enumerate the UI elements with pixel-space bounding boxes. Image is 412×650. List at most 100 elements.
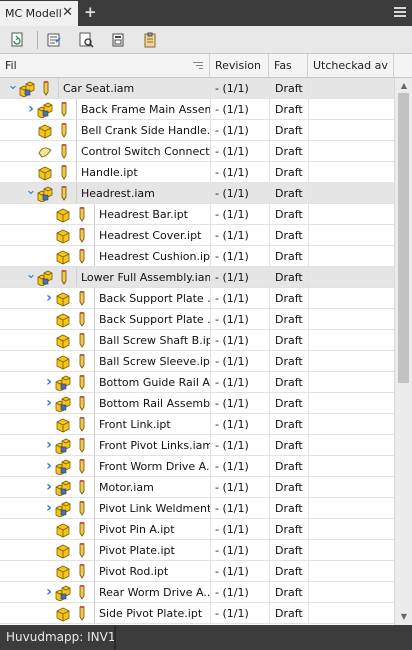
file-cell[interactable]: Bell Crank Side Handle.ipt <box>0 120 210 141</box>
table-row[interactable]: Back Support Plate ... - (1/1) Draft <box>0 309 394 330</box>
file-cell[interactable]: Front Link.ipt <box>0 414 210 435</box>
revision-cell: - (1/1) <box>210 204 269 225</box>
file-cell[interactable]: Headrest Bar.ipt <box>0 204 210 225</box>
pencil-icon <box>77 500 87 517</box>
table-row[interactable]: Pivot Plate.ipt - (1/1) Draft <box>0 540 394 561</box>
file-name: Pivot Link Weldment... <box>94 498 210 518</box>
file-cell[interactable]: Control Switch Connect... <box>0 141 210 162</box>
scroll-thumb[interactable] <box>398 93 409 383</box>
checked-out-cell <box>308 477 394 498</box>
chevron-right-icon[interactable]: › <box>25 99 37 119</box>
column-header-fas[interactable]: Fas <box>269 54 308 78</box>
file-name: Side Pivot Plate.ipt <box>94 603 210 623</box>
file-cell[interactable]: Handle.ipt <box>0 162 210 183</box>
chevron-right-icon[interactable]: › <box>43 372 55 392</box>
file-name: Lower Full Assembly.iam <box>76 267 210 287</box>
file-cell[interactable]: › Pivot Link Weldment... <box>0 498 210 519</box>
chevron-right-icon[interactable]: › <box>43 456 55 476</box>
sort-icon[interactable] <box>193 62 203 71</box>
chevron-down-icon[interactable]: ⌄ <box>25 267 37 287</box>
file-cell[interactable]: › Front Worm Drive A... <box>0 456 210 477</box>
table-row[interactable]: ⌄ Car Seat.iam - (1/1) Draft <box>0 78 394 99</box>
file-cell[interactable]: Pivot Pin A.ipt <box>0 519 210 540</box>
fas-cell: Draft <box>269 183 308 204</box>
file-cell[interactable]: Back Support Plate ... <box>0 309 210 330</box>
file-cell[interactable]: › Motor.iam <box>0 477 210 498</box>
revision-cell: - (1/1) <box>210 141 269 162</box>
checked-out-cell <box>308 540 394 561</box>
chevron-down-icon[interactable]: ⌄ <box>25 183 37 203</box>
menu-icon[interactable] <box>394 7 406 17</box>
chevron-right-icon[interactable]: › <box>43 393 55 413</box>
chevron-right-icon[interactable]: › <box>43 582 55 602</box>
file-cell[interactable]: › Bottom Guide Rail A... <box>0 372 210 393</box>
table-row[interactable]: › Back Support Plate ... - (1/1) Draft <box>0 288 394 309</box>
properties-button[interactable] <box>43 30 65 50</box>
revision-cell: - (1/1) <box>210 99 269 120</box>
file-cell[interactable]: ⌄ Headrest.iam <box>0 183 210 204</box>
scroll-up-icon[interactable]: ▲ <box>399 81 409 91</box>
fas-cell: Draft <box>269 225 308 246</box>
clipboard-button[interactable] <box>139 30 161 50</box>
open-button[interactable] <box>107 30 129 50</box>
table-row[interactable]: › Pivot Link Weldment... - (1/1) Draft <box>0 498 394 519</box>
chevron-right-icon[interactable]: › <box>43 498 55 518</box>
chevron-right-icon[interactable]: › <box>43 477 55 497</box>
table-row[interactable]: Ball Screw Sleeve.ipt - (1/1) Draft <box>0 351 394 372</box>
column-header-utcheckad[interactable]: Utcheckad av <box>308 54 394 78</box>
table-row[interactable]: Headrest Cushion.ipt - (1/1) Draft <box>0 246 394 267</box>
table-row[interactable]: Bell Crank Side Handle.ipt- (1/1)Draft <box>0 120 394 141</box>
file-cell[interactable]: Ball Screw Sleeve.ipt <box>0 351 210 372</box>
table-row[interactable]: Side Pivot Plate.ipt - (1/1) Draft <box>0 603 394 624</box>
table-row[interactable]: › Front Pivot Links.iam - (1/1) Draft <box>0 435 394 456</box>
assembly-icon <box>55 396 71 413</box>
scroll-down-icon[interactable]: ▼ <box>399 612 409 622</box>
table-row[interactable]: › Motor.iam - (1/1) Draft <box>0 477 394 498</box>
file-cell[interactable]: Ball Screw Shaft B.ipt <box>0 330 210 351</box>
file-cell[interactable]: › Back Frame Main Assem... <box>0 99 210 120</box>
revision-cell: - (1/1) <box>210 372 269 393</box>
file-cell[interactable]: Side Pivot Plate.ipt <box>0 603 210 624</box>
file-cell[interactable]: Headrest Cushion.ipt <box>0 246 210 267</box>
file-cell[interactable]: Pivot Plate.ipt <box>0 540 210 561</box>
revision-cell: - (1/1) <box>210 519 269 540</box>
column-header-fil[interactable]: Fil <box>0 54 210 78</box>
file-cell[interactable]: ⌄ Lower Full Assembly.iam <box>0 267 210 288</box>
table-row[interactable]: Ball Screw Shaft B.ipt - (1/1) Draft <box>0 330 394 351</box>
table-row[interactable]: › Front Worm Drive A... - (1/1) Draft <box>0 456 394 477</box>
table-row[interactable]: Pivot Rod.ipt - (1/1) Draft <box>0 561 394 582</box>
table-row[interactable]: Handle.ipt - (1/1) Draft <box>0 162 394 183</box>
file-cell[interactable]: ⌄ Car Seat.iam <box>0 78 210 99</box>
table-row[interactable]: ⌄ Lower Full Assembly.iam - (1/1) Draft <box>0 267 394 288</box>
chevron-right-icon[interactable]: › <box>43 288 55 308</box>
column-header-revision[interactable]: Revision <box>210 54 269 78</box>
file-cell[interactable]: Pivot Rod.ipt <box>0 561 210 582</box>
table-row[interactable]: Front Link.ipt - (1/1) Draft <box>0 414 394 435</box>
file-cell[interactable]: › Front Pivot Links.iam <box>0 435 210 456</box>
file-cell[interactable]: › Bottom Rail Assembl... <box>0 393 210 414</box>
file-cell[interactable]: Headrest Cover.ipt <box>0 225 210 246</box>
pencil-icon <box>77 353 87 370</box>
table-row[interactable]: Headrest Cover.ipt - (1/1) Draft <box>0 225 394 246</box>
table-row[interactable]: › Rear Worm Drive A... - (1/1) Draft <box>0 582 394 603</box>
table-row[interactable]: Headrest Bar.ipt - (1/1) Draft <box>0 204 394 225</box>
revision-cell: - (1/1) <box>210 435 269 456</box>
table-row[interactable]: › Bottom Rail Assembl...- (1/1)Draft <box>0 393 394 414</box>
table-row[interactable]: › Back Frame Main Assem...- (1/1)Draft <box>0 99 394 120</box>
table-row[interactable]: ⌄ Headrest.iam - (1/1) Draft <box>0 183 394 204</box>
tab-mc-modell[interactable]: MC Modell ✕ <box>0 1 78 26</box>
refresh-button[interactable] <box>6 30 28 50</box>
search-button[interactable] <box>75 30 97 50</box>
table-row[interactable]: Control Switch Connect... - (1/1) Draft <box>0 141 394 162</box>
file-name: Motor.iam <box>94 477 210 497</box>
fas-cell: Draft <box>269 603 308 624</box>
add-tab-icon[interactable]: + <box>84 4 97 20</box>
table-row[interactable]: › Bottom Guide Rail A... - (1/1) Draft <box>0 372 394 393</box>
file-cell[interactable]: › Back Support Plate ... <box>0 288 210 309</box>
vertical-scrollbar[interactable]: ▲ ▼ <box>394 78 412 625</box>
chevron-down-icon[interactable]: ⌄ <box>7 78 19 98</box>
close-icon[interactable]: ✕ <box>62 5 73 21</box>
file-cell[interactable]: › Rear Worm Drive A... <box>0 582 210 603</box>
table-row[interactable]: Pivot Pin A.ipt - (1/1) Draft <box>0 519 394 540</box>
chevron-right-icon[interactable]: › <box>43 435 55 455</box>
